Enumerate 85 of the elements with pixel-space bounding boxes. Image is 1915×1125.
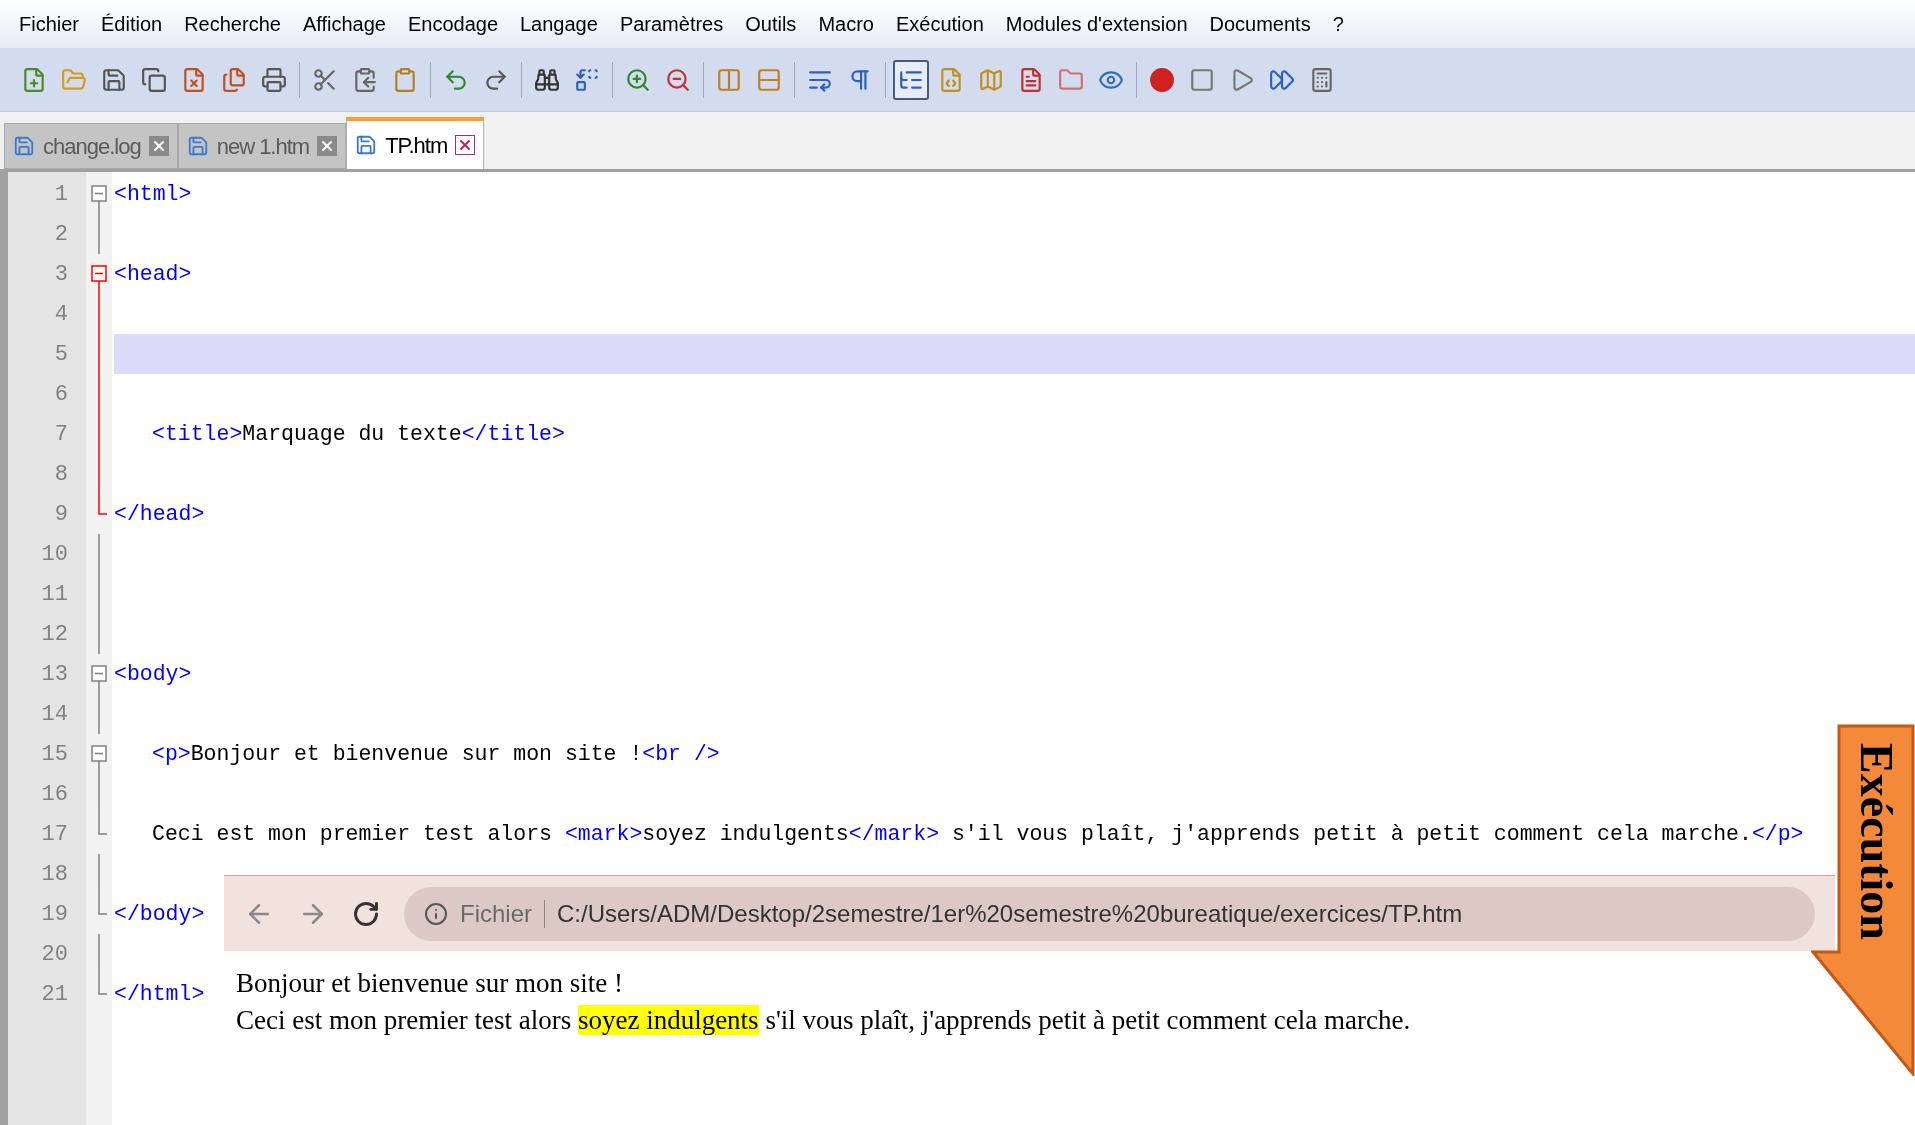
code-line: </html> [114, 980, 205, 1008]
url-scheme: Fichier [460, 898, 532, 929]
language-file-icon [938, 66, 964, 93]
callout-label: Exécution [1849, 742, 1903, 940]
clipboard-icon [392, 66, 418, 93]
line-number: 13 [41, 660, 68, 689]
line-number: 8 [54, 460, 68, 489]
address-bar[interactable]: Fichier C:/Users/ADM/Desktop/2semestre/1er%20semestre%20bureatique/exercices/TP.htm [404, 886, 1815, 941]
close-icon[interactable] [148, 136, 169, 156]
code-line: </body> [114, 900, 205, 928]
vertical-split-icon [716, 66, 742, 93]
file-tab[interactable]: change.log [4, 123, 178, 169]
line-number: 6 [54, 380, 68, 409]
fold-minus-icon[interactable] [91, 745, 107, 774]
menu-item[interactable]: Encodage [396, 9, 509, 39]
line-number: 12 [41, 620, 68, 649]
code-line: <title>Marquage du texte</title> [152, 420, 565, 448]
line-number: 21 [41, 980, 68, 1009]
menu-item[interactable]: Fichier [8, 9, 90, 39]
file-tab[interactable]: TP.htm [346, 117, 485, 169]
close-icon[interactable] [455, 135, 476, 155]
zoom-in-icon [625, 66, 651, 93]
zoom-out-icon [665, 66, 691, 93]
new-file-icon [21, 66, 47, 93]
menu-item[interactable]: Affichage [291, 9, 397, 39]
line-number: 7 [54, 420, 68, 449]
file-close-icon [181, 66, 207, 93]
menu-item[interactable]: Langage [509, 9, 609, 39]
line-number: 5 [54, 340, 68, 369]
code-line: <html> [114, 180, 192, 208]
tab-label: new 1.htm [216, 132, 310, 161]
menu-item[interactable]: Exécution [884, 9, 995, 39]
fold-minus-icon[interactable] [91, 265, 107, 294]
function-list-icon [1018, 66, 1044, 93]
menu-item[interactable]: Macro [807, 9, 885, 39]
close-icon[interactable] [317, 136, 338, 156]
menu-item[interactable]: Outils [734, 9, 808, 39]
folder-icon [1058, 66, 1084, 93]
code-line: <head> [114, 260, 192, 288]
replace-icon [574, 66, 600, 93]
record-icon [1149, 66, 1175, 93]
line-number: 17 [41, 820, 68, 849]
file-tab[interactable]: new 1.htm [177, 123, 347, 169]
reload-icon [352, 899, 380, 928]
map-icon [978, 66, 1004, 93]
line-number: 3 [54, 260, 68, 289]
line-number: 18 [41, 860, 68, 889]
line-number: 11 [41, 580, 68, 609]
page-text: Ceci est mon premier test alors soyez indulgents s'il vous plaît, j'apprends petit à petit comment cela marche. [236, 1004, 1412, 1037]
code-line: </head> [114, 500, 205, 528]
line-number: 1 [54, 180, 68, 209]
folder-icon [61, 66, 87, 93]
stop-icon [1189, 66, 1215, 93]
code-line: <p>Bonjour et bienvenue sur mon site !<br /> [152, 740, 720, 768]
menu-item[interactable]: Paramètres [608, 9, 735, 39]
tab-label: TP.htm [385, 131, 448, 160]
page-text: Bonjour et bienvenue sur mon site ! [236, 967, 624, 1000]
line-number: 19 [41, 900, 68, 929]
menu-item[interactable]: Modules d'extension [994, 9, 1199, 39]
menu-item[interactable]: ? [1321, 9, 1355, 39]
copy-icon [352, 66, 378, 93]
info-icon [424, 901, 448, 926]
url-text: C:/Users/ADM/Desktop/2semestre/1er%20semestre%20bureatique/exercices/TP.htm [557, 898, 1463, 929]
menu-item[interactable]: Édition [90, 9, 174, 39]
line-number: 2 [54, 220, 68, 249]
line-number: 15 [41, 740, 68, 769]
line-number: 4 [54, 300, 68, 329]
line-number: 10 [41, 540, 68, 569]
scissors-icon [312, 66, 338, 93]
line-number: 16 [41, 780, 68, 809]
menu-item[interactable]: Documents [1198, 9, 1322, 39]
line-number: 9 [54, 500, 68, 529]
stacked-files-icon [141, 66, 167, 93]
code-line: Ceci est mon premier test alors <mark>soyez indulgents</mark> s'il vous plaît, j'apprends petit à petit comment cela marche.</p> [152, 820, 1804, 848]
code-line: <body> [114, 660, 192, 688]
line-number: 14 [41, 700, 68, 729]
binoculars-icon [534, 66, 560, 93]
menu-item[interactable]: Recherche [173, 9, 292, 39]
horizontal-split-icon [756, 66, 782, 93]
line-number: 20 [41, 940, 68, 969]
fold-minus-icon[interactable] [91, 665, 107, 694]
fold-minus-icon[interactable] [91, 185, 107, 214]
printer-icon [261, 66, 287, 93]
toolbar-button[interactable] [893, 59, 929, 100]
tab-label: change.log [43, 132, 141, 161]
